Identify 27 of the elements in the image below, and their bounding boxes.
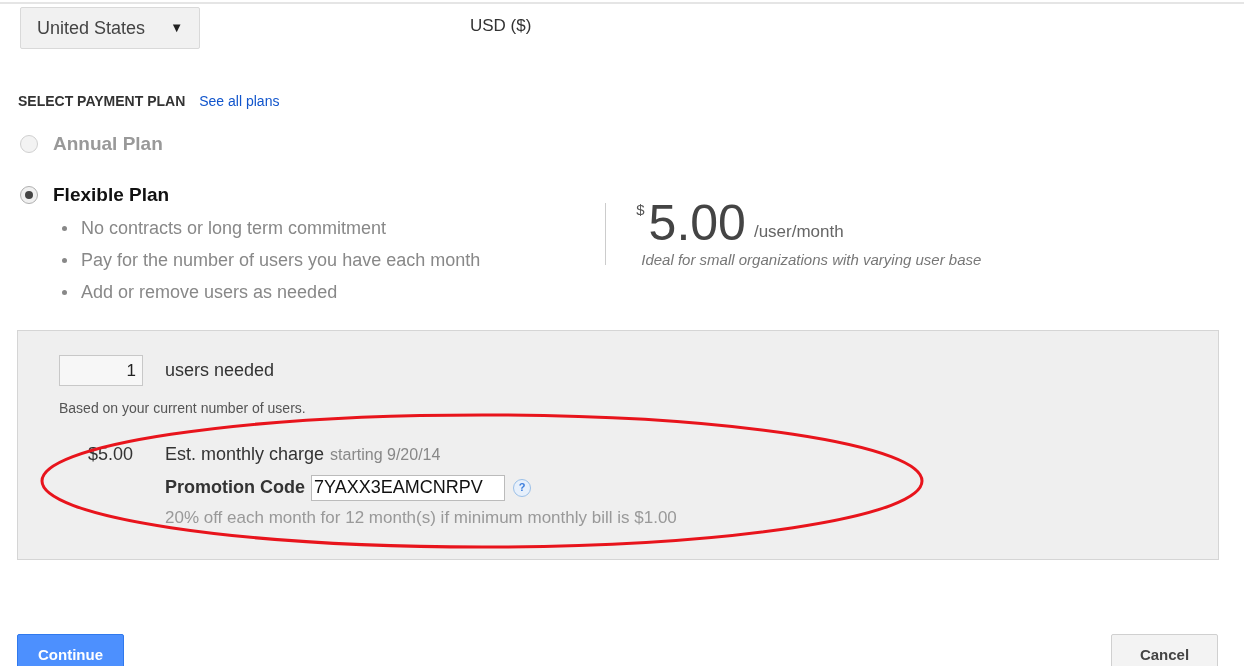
promo-label: Promotion Code — [165, 476, 305, 499]
radio-button[interactable] — [20, 185, 38, 204]
price-note: Ideal for small organizations with varying user base — [641, 249, 982, 270]
plan-feature: Pay for the number of users you have each month — [81, 249, 481, 272]
users-label: users needed — [165, 359, 275, 382]
users-input[interactable]: 1 — [59, 355, 143, 386]
cancel-button[interactable]: Cancel — [1111, 634, 1218, 666]
charge-start-date: starting 9/20/14 — [330, 445, 441, 465]
price-unit: /user/month — [753, 221, 844, 243]
promo-description: 20% off each month for 12 month(s) if minimum monthly bill is $1.00 — [165, 507, 678, 529]
see-all-plans-link[interactable]: See all plans — [199, 91, 280, 112]
plan-feature: No contracts or long term commitment — [81, 217, 387, 240]
help-icon[interactable]: ? — [513, 478, 531, 497]
plan-label: Annual Plan — [53, 132, 163, 156]
currency-label: USD ($) — [470, 15, 532, 37]
price-amount: 5.00 — [648, 196, 746, 249]
country-select[interactable]: United States ▼ — [20, 7, 200, 49]
users-hint: Based on your current number of users. — [59, 399, 307, 418]
charge-label: Est. monthly charge — [165, 443, 325, 466]
currency-symbol: $ — [636, 199, 645, 220]
bullet-icon — [62, 290, 67, 295]
bullet-icon — [62, 258, 67, 263]
bullet-icon — [62, 226, 67, 231]
plan-label: Flexible Plan — [53, 182, 170, 207]
plan-feature: Add or remove users as needed — [81, 281, 338, 304]
promo-code-input[interactable]: 7YAXX3EAMCNRPV — [311, 474, 505, 501]
section-heading: SELECT PAYMENT PLAN — [18, 92, 186, 111]
